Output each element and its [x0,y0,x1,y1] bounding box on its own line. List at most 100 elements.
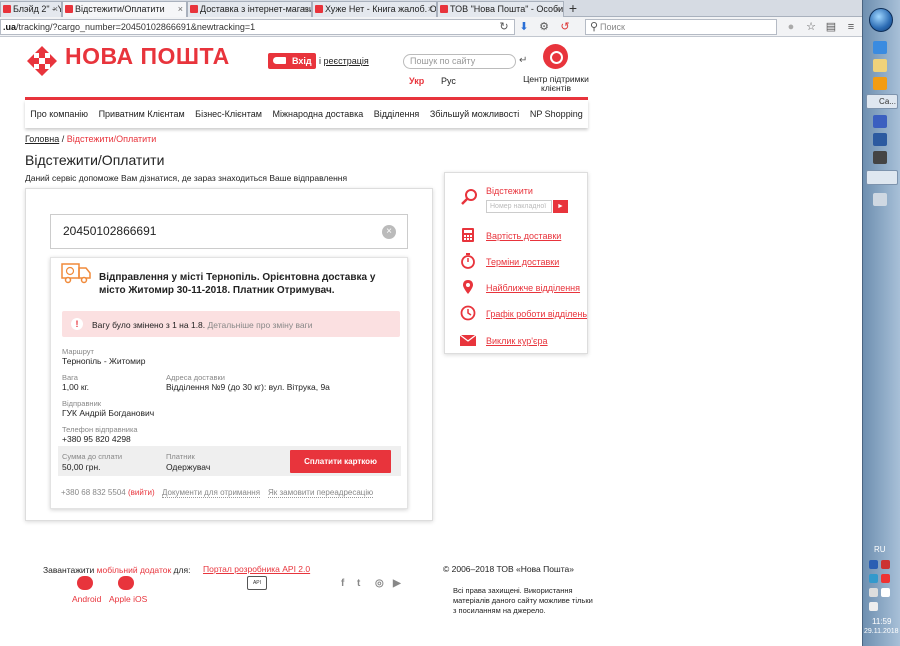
nav-item-business[interactable]: Бізнес-Клієнтам [195,109,262,119]
gear-icon[interactable]: ⚙ [537,20,551,34]
logout-link[interactable]: (вийти) [128,488,155,497]
new-tab-button[interactable]: + [565,1,581,17]
app-icon[interactable] [873,193,887,206]
clock-date[interactable]: 29.11.2018 [864,628,899,635]
route-value: Тернопіль - Житомир [62,356,146,366]
clear-input-icon[interactable]: × [382,225,396,239]
service-nearest-link[interactable]: Найближче відділення [486,283,580,293]
close-icon[interactable]: × [303,2,308,16]
browser-tab-active[interactable]: Відстежити/Оплатити × [62,1,187,17]
clipboard-icon[interactable]: ▤ [824,20,838,34]
android-link[interactable]: Android [72,594,101,604]
close-icon[interactable]: × [53,2,58,16]
browser-tab[interactable]: Доставка з інтернет-магазин × [187,1,312,17]
timer-icon [461,253,475,269]
close-icon[interactable]: × [555,2,560,16]
tray-icon[interactable] [881,574,890,583]
breadcrumb: Головна / Відстежити/Оплатити [25,134,156,144]
browser-search-input[interactable]: Поиск [585,19,777,35]
nova-poshta-logo-icon[interactable] [25,44,59,78]
tray-icon[interactable] [869,560,878,569]
payer-value: Одержувач [166,462,211,472]
twitter-icon[interactable]: t [357,578,360,589]
weight-details-link[interactable]: Детальніше про зміну ваги [208,320,313,330]
download-icon[interactable]: ⬇ [517,20,531,34]
nav-item-international[interactable]: Міжнародна доставка [272,109,363,119]
lang-rus-link[interactable]: Рус [441,76,456,86]
language-indicator[interactable]: RU [874,545,886,554]
ios-link[interactable]: Apple iOS [109,594,147,604]
undo-icon[interactable]: ↺ [558,20,572,34]
register-link[interactable]: і реєстрація [319,56,369,66]
app-icon[interactable] [873,115,887,128]
app-icon[interactable] [873,151,887,164]
media-icon[interactable] [873,77,887,90]
close-icon[interactable]: × [428,2,433,16]
search-submit-icon[interactable]: ↵ [519,55,527,66]
service-track-submit[interactable]: ► [553,200,568,213]
reload-icon[interactable]: ↻ [497,20,511,34]
logo-text[interactable]: НОВА ПОШТА [65,43,230,70]
tray-icon[interactable] [869,574,878,583]
ie-icon[interactable] [873,41,887,54]
nav-item-np-shopping[interactable]: NP Shopping [530,109,583,119]
location-pin-icon [463,280,473,294]
bookmark-star-icon[interactable]: ☆ [804,20,818,34]
nav-item-private[interactable]: Приватним Клієнтам [99,109,185,119]
taskbar-firefox-button[interactable]: Са... [866,94,898,109]
nav-item-branches[interactable]: Відділення [374,109,420,119]
tray-icon[interactable] [881,560,890,569]
login-button[interactable]: Вхід [268,53,316,69]
sender-value: ГУК Андрій Богданович [62,408,155,418]
browser-tab[interactable]: Хуже Нет - Книга жалоб. Отз × [312,1,437,17]
service-schedule-link[interactable]: Графік роботи відділень [486,309,587,319]
breadcrumb-home[interactable]: Головна [25,134,59,144]
nav-item-opportunities[interactable]: Збільшуй можливості [430,109,519,119]
site-search-input[interactable]: Пошук по сайту [403,54,516,69]
truck-icon [61,263,91,284]
address-bar[interactable]: .ua/tracking/?cargo_number=2045010286669… [0,19,515,35]
service-terms-link[interactable]: Терміни доставки [486,257,559,267]
mobile-app-link[interactable]: мобільний додаток [97,565,172,575]
address-label: Адреса доставки [166,373,226,382]
documents-link[interactable]: Документи для отримання [162,488,261,498]
apple-icon[interactable] [118,576,134,590]
browser-tab[interactable]: ТОВ "Нова Пошта" - Особис × [437,1,564,17]
start-button[interactable] [869,8,893,32]
pay-by-card-button[interactable]: Сплатити карткою [290,450,391,473]
service-track-link[interactable]: Відстежити [486,186,533,196]
flag-icon[interactable] [869,602,878,611]
support-center-link[interactable]: Центр підтримки клієнтів [520,75,592,93]
nav-item-about[interactable]: Про компанію [30,109,88,119]
facebook-icon[interactable]: f [341,578,344,589]
lang-ukr-link[interactable]: Укр [409,76,424,86]
api-icon[interactable]: API [247,576,267,590]
main-nav: Про компанію Приватним Клієнтам Бізнес-К… [25,100,588,128]
api-portal-link[interactable]: Портал розробника API 2.0 [203,564,310,574]
app-icon[interactable] [873,133,887,146]
support-chat-icon[interactable] [543,44,568,69]
service-cost-link[interactable]: Вартість доставки [486,231,561,241]
youtube-icon[interactable]: ▶ [393,578,401,589]
route-label: Маршрут [62,347,94,356]
close-icon[interactable]: × [178,2,183,16]
taskbar-app-button[interactable] [866,170,898,185]
instagram-icon[interactable]: ◎ [375,578,384,589]
browser-tab[interactable]: Блэйд 2" - You× [0,1,62,17]
alert-icon: ! [71,318,83,330]
url-host: .ua [3,22,17,32]
download-app-text: Завантажити мобільний додаток для: [43,565,190,575]
redirect-link[interactable]: Як замовити переадресацію [268,488,374,498]
alert-text: Вагу було змінено з 1 на 1.8. [92,320,206,330]
volume-icon[interactable] [881,588,890,597]
menu-icon[interactable]: ≡ [844,20,858,34]
clock-time[interactable]: 11:59 [872,617,891,626]
tray-icon[interactable] [869,588,878,597]
android-icon[interactable] [77,576,93,590]
tracking-number-input[interactable]: 20450102866691 [50,214,408,249]
download-prefix: Завантажити [43,565,97,575]
sender-phone-label: Телефон відправника [62,425,138,434]
folder-icon[interactable] [873,59,887,72]
service-track-input[interactable]: Номер накладної [486,200,552,213]
service-courier-link[interactable]: Виклик кур'єра [486,336,548,346]
